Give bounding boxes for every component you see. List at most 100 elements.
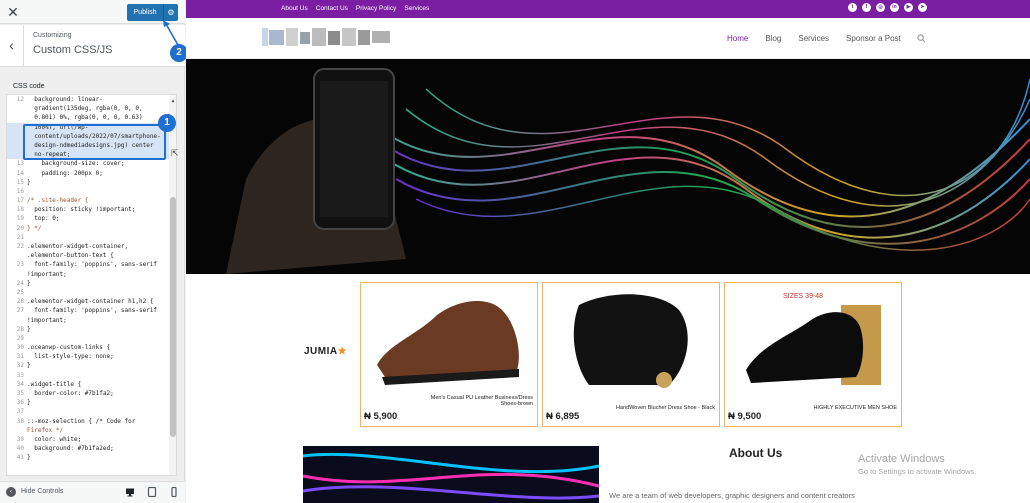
code-text[interactable]: } */ [27,224,41,233]
code-text[interactable]: .elementor-widget-container, [27,242,128,251]
hide-controls-button[interactable]: Hide Controls [21,488,63,495]
code-line[interactable]: 32} [7,361,169,370]
code-text[interactable]: position: sticky !important; [27,205,135,214]
code-line[interactable]: 17/* .site-header { [7,196,169,205]
code-line[interactable]: 39 color: white; [7,435,169,444]
code-line[interactable]: 24} [7,279,169,288]
code-line[interactable]: .elementor-button-text { [7,251,169,260]
desktop-preview-icon[interactable] [125,487,135,497]
code-text[interactable]: !important; [27,316,67,325]
top-link[interactable]: About Us [281,0,308,18]
code-line[interactable]: 41} [7,453,169,462]
line-number: 18 [16,206,24,214]
top-link[interactable]: Services [404,0,429,18]
tablet-preview-icon[interactable] [147,487,157,497]
code-line[interactable]: 19 top: 0; [7,214,169,223]
code-line[interactable]: 31 list-style-type: none; [7,352,169,361]
mobile-preview-icon[interactable] [169,487,179,497]
nav-item-services[interactable]: Services [798,18,829,59]
code-line[interactable]: 22 .elementor-widget-container, [7,242,169,251]
code-line[interactable]: !important; [7,316,169,325]
code-text[interactable]: top: 0; [27,214,59,223]
code-text[interactable]: Firefox */ [27,426,63,435]
code-text[interactable]: background: linear- [27,95,103,104]
ad-product-card[interactable]: SIZES 39-48 HIGHLY EXECUTIVE MEN SHOE ₦ … [724,282,902,427]
code-line[interactable]: 35 border-color: #7b1fa2; [7,389,169,398]
ad-product-card[interactable]: Men's Casual PU Leather Business/Dress S… [360,282,538,427]
code-text[interactable]: .widget-title { [27,380,81,389]
code-line[interactable]: 37 [7,407,169,416]
nav-item-home[interactable]: Home [727,18,748,59]
nav-item-blog[interactable]: Blog [765,18,781,59]
telegram-icon[interactable]: ➤ [918,3,927,12]
youtube-icon[interactable]: ▶ [904,3,913,12]
scroll-up-icon[interactable]: ▲ [170,98,176,104]
facebook-icon[interactable]: f [862,3,871,12]
nav-item-sponsor-a-post[interactable]: Sponsor a Post [846,18,901,59]
twitter-icon[interactable]: t [848,3,857,12]
code-text[interactable]: } [27,453,31,462]
code-line[interactable]: 14 padding: 200px 0; [7,169,169,178]
code-line[interactable]: gradient(135deg, rgba(0, 0, 0, [7,104,169,113]
code-line[interactable]: 40 background: #7b1fa2ed; [7,444,169,453]
code-line[interactable]: 23 font-family: 'poppins', sans-serif [7,260,169,269]
code-text[interactable]: .oceanwp-custom-links { [27,343,110,352]
back-chevron-icon[interactable]: ‹ [0,25,24,67]
code-line[interactable]: 33 [7,371,169,380]
top-link[interactable]: Contact Us [316,0,348,18]
code-text[interactable]: } [27,325,31,334]
code-line[interactable]: 12 background: linear- [7,95,169,104]
code-text[interactable]: .elementor-button-text { [27,251,114,260]
code-text[interactable]: 0.801) 0%, rgba(0, 0, 0, 0.63) [27,113,142,122]
editor-scroll-thumb[interactable] [170,197,176,437]
code-text[interactable]: border-color: #7b1fa2; [27,389,113,398]
line-number: 38 [16,417,24,425]
line-number: 31 [16,353,24,361]
code-line[interactable]: 15} [7,178,169,187]
code-text[interactable]: ::-moz-selection { /* Code for [27,417,135,426]
code-text[interactable]: font-family: 'poppins', sans-serif [27,306,157,315]
code-line[interactable]: 28} [7,325,169,334]
code-line[interactable]: !important; [7,270,169,279]
code-text[interactable]: color: white; [27,435,81,444]
code-line[interactable]: 20} */ [7,224,169,233]
code-text[interactable]: font-family: 'poppins', sans-serif [27,260,157,269]
instagram-icon[interactable]: ◎ [876,3,885,12]
code-text[interactable]: gradient(135deg, rgba(0, 0, 0, [27,104,142,113]
publish-button[interactable]: Publish [127,4,163,21]
code-text[interactable]: /* .site-header { [27,196,88,205]
code-line[interactable]: 30 .oceanwp-custom-links { [7,343,169,352]
code-text[interactable]: } [27,361,31,370]
ad-product-card[interactable]: HandWoven Blucher Dress Shoe - Black ₦ 6… [542,282,720,427]
code-line[interactable]: 26 .elementor-widget-container h1,h2 { [7,297,169,306]
code-line[interactable]: 27 font-family: 'poppins', sans-serif [7,306,169,315]
jumia-logo[interactable]: JUMIA★ [304,346,347,357]
code-line[interactable]: 21 [7,233,169,242]
close-icon[interactable]: ✕ [4,3,22,21]
code-line[interactable]: 16 [7,187,169,196]
code-text[interactable]: background: #7b1fa2ed; [27,444,113,453]
code-text[interactable]: } [27,178,31,187]
code-text[interactable]: list-style-type: none; [27,352,113,361]
code-line[interactable]: 0.801) 0%, rgba(0, 0, 0, 0.63) [7,113,169,122]
code-line[interactable]: 29 [7,334,169,343]
code-text[interactable]: .elementor-widget-container h1,h2 { [27,297,153,306]
linkedin-icon[interactable]: in [890,3,899,12]
code-line[interactable]: Firefox */ [7,426,169,435]
code-text[interactable]: padding: 200px 0; [27,169,102,178]
code-text[interactable]: background-size: cover; [27,159,124,168]
code-line[interactable]: 25 [7,288,169,297]
code-text[interactable]: !important; [27,270,67,279]
code-line[interactable]: 13 background-size: cover; [7,159,169,168]
code-text[interactable]: } [27,398,31,407]
jumia-ad-banner[interactable]: JUMIA★ ⓘ ✕ Men's Casual PU Leather Busin… [304,281,902,429]
code-line[interactable]: 38::-moz-selection { /* Code for [7,417,169,426]
code-line[interactable]: 18 position: sticky !important; [7,205,169,214]
top-link[interactable]: Privacy Policy [356,0,396,18]
code-text[interactable]: } [27,279,31,288]
code-line[interactable]: 36} [7,398,169,407]
hide-controls-icon[interactable]: ‹ [6,487,16,497]
code-line[interactable]: 34 .widget-title { [7,380,169,389]
search-icon[interactable] [917,34,926,43]
site-logo-pixelated[interactable] [262,28,390,46]
